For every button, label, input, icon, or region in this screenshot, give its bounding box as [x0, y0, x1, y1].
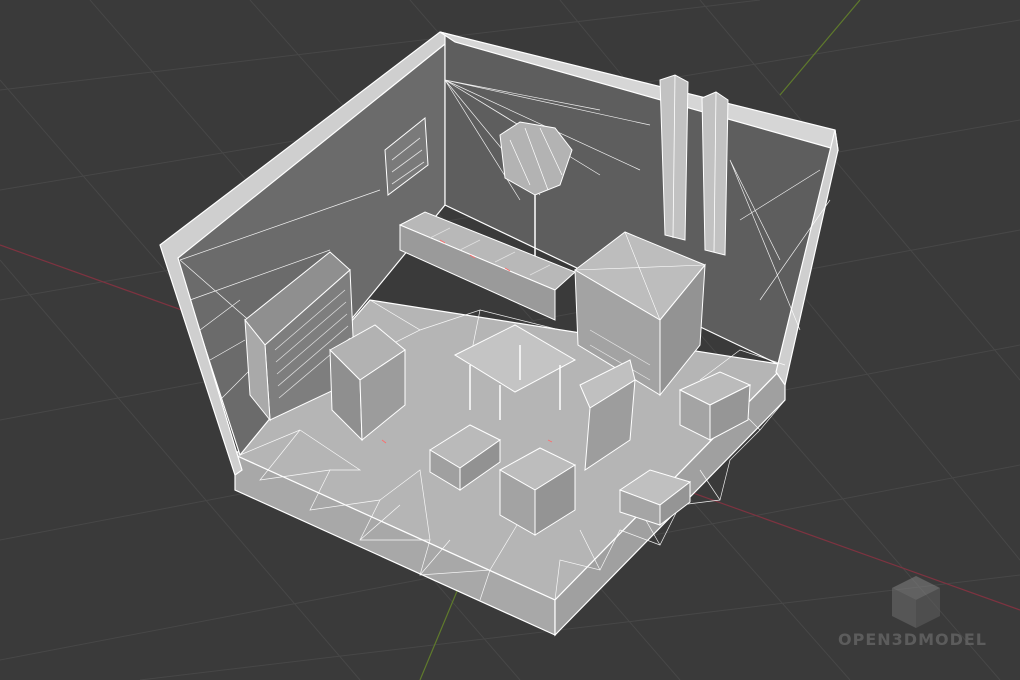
3d-viewport[interactable]: OPEN3DMODEL	[0, 0, 1020, 680]
watermark: OPEN3DMODEL	[838, 572, 1008, 652]
cube-icon	[892, 576, 940, 628]
watermark-text: OPEN3DMODEL	[838, 630, 987, 649]
